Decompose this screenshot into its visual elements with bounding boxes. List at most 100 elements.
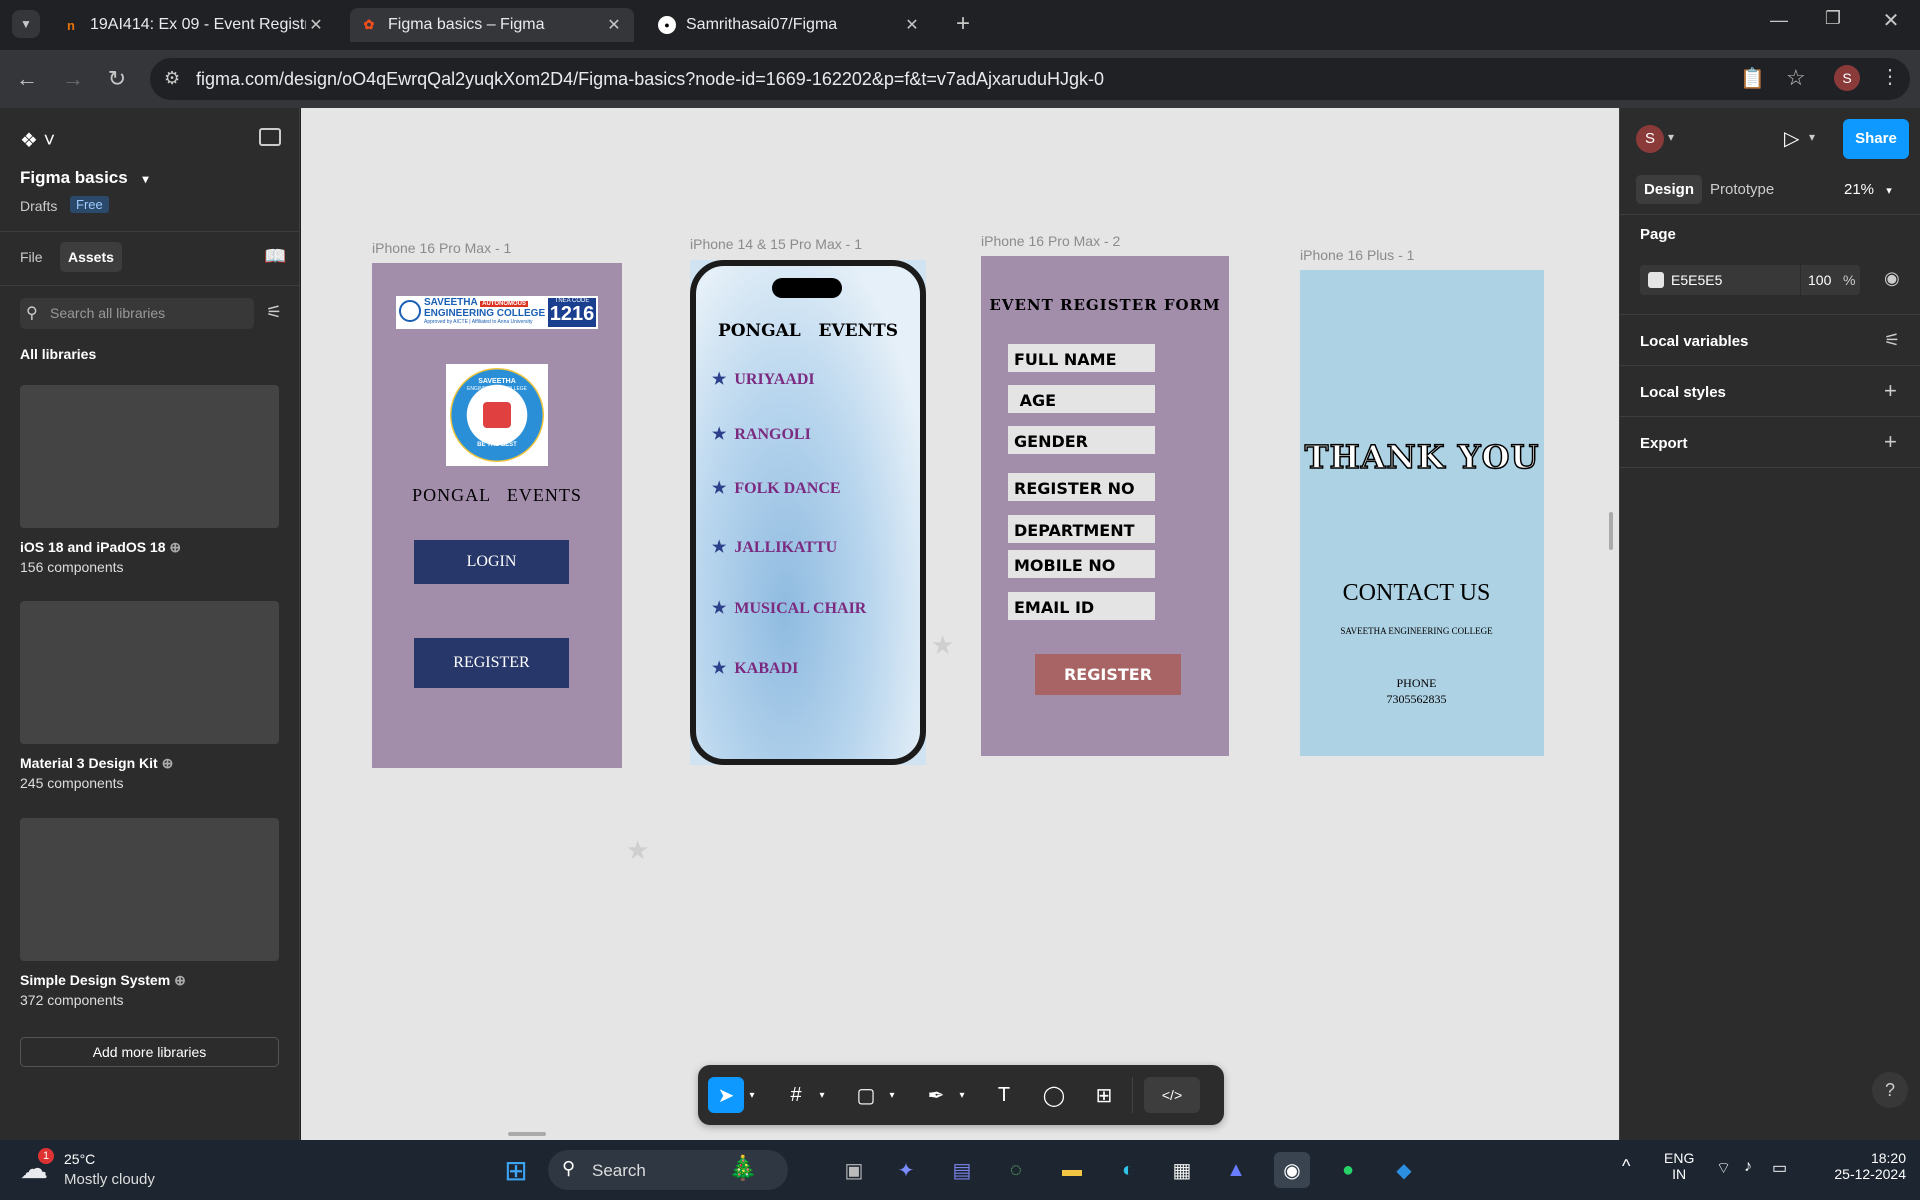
share-button[interactable]: Share [1843, 119, 1909, 159]
horizontal-scrollbar[interactable] [508, 1132, 546, 1136]
chevron-down-icon[interactable]: ▾ [956, 1077, 968, 1113]
battery-icon[interactable]: ▭ [1772, 1158, 1787, 1178]
form-field-gender[interactable]: GENDER [1008, 426, 1155, 454]
tab-prototype[interactable]: Prototype [1710, 181, 1774, 198]
toggle-sidebar-icon[interactable] [259, 128, 281, 146]
text-tool-icon[interactable]: T [986, 1077, 1022, 1113]
login-button[interactable]: LOGIN [414, 540, 569, 584]
clipboard-icon[interactable]: 📋 [1740, 66, 1765, 91]
browser-menu-icon[interactable]: ⋮ [1880, 64, 1900, 89]
move-tool-icon[interactable]: ➤ [708, 1077, 744, 1113]
frame-label[interactable]: iPhone 16 Plus - 1 [1300, 247, 1414, 263]
library-name[interactable]: iOS 18 and iPadOS 18 ⊕ [20, 539, 181, 556]
weather-desc[interactable]: Mostly cloudy [64, 1171, 155, 1188]
circle-app-icon[interactable]: ◌ [998, 1152, 1034, 1188]
taskbar-search[interactable]: ⚲ Search 🎄 [548, 1150, 788, 1190]
frame-tool-icon[interactable]: # [778, 1077, 814, 1113]
tab-figma-basics[interactable]: ✿ Figma basics – Figma ✕ [350, 8, 634, 42]
rectangle-tool-icon[interactable]: ▢ [848, 1077, 884, 1113]
tab-design[interactable]: Design [1636, 175, 1703, 204]
chevron-down-icon[interactable]: ▾ [746, 1077, 758, 1113]
reload-icon[interactable]: ↻ [102, 64, 132, 94]
page-color-input[interactable]: E5E5E5 100 % [1640, 265, 1860, 295]
figma-canvas[interactable]: iPhone 16 Pro Max - 1 SAVEETHA AUTONOMOU… [301, 108, 1619, 1140]
color-swatch[interactable] [1648, 272, 1664, 288]
windows-start-icon[interactable]: ⊞ [498, 1152, 534, 1188]
add-export-icon[interactable]: + [1884, 429, 1897, 455]
frame-register-form[interactable]: EVENT REGISTER FORM FULL NAME AGE GENDER… [981, 256, 1229, 756]
visibility-eye-icon[interactable]: ◉ [1884, 268, 1900, 289]
local-variables-section[interactable]: Local variables [1640, 333, 1748, 350]
pen-tool-icon[interactable]: ✒ [918, 1077, 954, 1113]
tab-file[interactable]: File [20, 249, 43, 265]
bookmark-star-icon[interactable]: ☆ [1786, 65, 1806, 91]
wifi-icon[interactable]: ⌔ [1716, 1158, 1731, 1178]
teams-icon[interactable]: ▤ [944, 1152, 980, 1188]
chevron-down-icon[interactable]: ▾ [1809, 130, 1815, 144]
frame-label[interactable]: iPhone 16 Pro Max - 2 [981, 233, 1120, 249]
profile-avatar[interactable]: S [1834, 65, 1860, 91]
minimize-icon[interactable]: — [1764, 10, 1794, 31]
file-name[interactable]: Figma basics ▾ [20, 168, 148, 188]
library-thumbnail[interactable] [20, 601, 279, 744]
close-tab-icon[interactable]: ✕ [902, 15, 922, 35]
search-input[interactable]: ⚲ Search all libraries [20, 298, 254, 329]
form-field-age[interactable]: AGE [1008, 385, 1155, 413]
help-button[interactable]: ? [1872, 1072, 1908, 1108]
clock[interactable]: 18:20 25-12-2024 [1830, 1150, 1906, 1182]
library-name[interactable]: Simple Design System ⊕ [20, 972, 186, 989]
add-style-icon[interactable]: + [1884, 378, 1897, 404]
restore-icon[interactable]: ❐ [1818, 8, 1848, 29]
variables-settings-icon[interactable]: ⚟ [1884, 330, 1900, 351]
library-thumbnail[interactable] [20, 385, 279, 528]
app-icon[interactable]: ▲ [1218, 1152, 1254, 1188]
frame-login[interactable]: SAVEETHA AUTONOMOUS ENGINEERING COLLEGE A… [372, 263, 622, 768]
close-tab-icon[interactable]: ✕ [306, 15, 326, 35]
zoom-level[interactable]: 21% ▾ [1844, 181, 1892, 198]
actions-tool-icon[interactable]: ⊞ [1086, 1077, 1122, 1113]
library-name[interactable]: Material 3 Design Kit ⊕ [20, 755, 173, 772]
chrome-icon[interactable]: ◉ [1274, 1152, 1310, 1188]
form-field-full-name[interactable]: FULL NAME [1008, 344, 1155, 372]
figma-main-menu-icon[interactable]: ❖ ˅ [20, 128, 55, 153]
library-book-icon[interactable]: 📖 [264, 246, 286, 267]
store-icon[interactable]: ▦ [1164, 1152, 1200, 1188]
form-field-mobile-no[interactable]: MOBILE NO [1008, 550, 1155, 578]
export-section[interactable]: Export [1640, 435, 1688, 452]
form-field-register-no[interactable]: REGISTER NO [1008, 473, 1155, 501]
frame-thank-you[interactable]: THANK YOU CONTACT US SAVEETHA ENGINEERIN… [1300, 270, 1544, 756]
page-opacity-value[interactable]: 100 [1808, 272, 1831, 288]
url-field[interactable]: ⚙ figma.com/design/oO4qEwrqQal2yuqkXom2D… [150, 58, 1910, 100]
new-tab-icon[interactable]: + [950, 10, 976, 38]
form-field-department[interactable]: DEPARTMENT [1008, 515, 1155, 543]
chevron-down-icon[interactable]: ▾ [886, 1077, 898, 1113]
tab-search-chevron-icon[interactable]: ▼ [12, 10, 40, 38]
local-styles-section[interactable]: Local styles [1640, 384, 1726, 401]
tab-assets[interactable]: Assets [60, 242, 122, 272]
tray-chevron-icon[interactable]: ^ [1622, 1156, 1630, 1177]
language-indicator[interactable]: ENG IN [1664, 1150, 1694, 1182]
filter-icon[interactable]: ⚟ [266, 302, 282, 323]
chevron-down-icon[interactable]: ▾ [816, 1077, 828, 1113]
frame-label[interactable]: iPhone 14 & 15 Pro Max - 1 [690, 236, 862, 252]
frame-label[interactable]: iPhone 16 Pro Max - 1 [372, 240, 511, 256]
drafts-label[interactable]: Drafts [20, 198, 57, 214]
whatsapp-icon[interactable]: ● [1330, 1152, 1366, 1188]
file-explorer-icon[interactable]: ▬ [1054, 1152, 1090, 1188]
vertical-scrollbar[interactable] [1609, 512, 1613, 550]
task-view-icon[interactable]: ▣ [836, 1152, 872, 1188]
tab-event-registration[interactable]: n 19AI414: Ex 09 - Event Registrat ✕ [52, 8, 336, 42]
user-avatar[interactable]: S [1636, 125, 1664, 153]
site-settings-icon[interactable]: ⚙ [164, 68, 180, 89]
library-thumbnail[interactable] [20, 818, 279, 961]
close-window-icon[interactable]: ✕ [1876, 8, 1906, 33]
add-libraries-button[interactable]: Add more libraries [20, 1037, 279, 1067]
volume-icon[interactable]: ♪ [1744, 1158, 1752, 1176]
form-field-email-id[interactable]: EMAIL ID [1008, 592, 1155, 620]
back-icon[interactable]: ← [12, 64, 42, 94]
edge-icon[interactable]: ◐ [1110, 1152, 1146, 1188]
form-register-button[interactable]: REGISTER [1035, 654, 1181, 695]
present-play-icon[interactable]: ▷ [1784, 126, 1799, 151]
frame-events[interactable]: PONGAL EVENTS ★ URIYAADI ★ RANGOLI ★ FOLK D… [690, 260, 926, 765]
copilot-icon[interactable]: ✦ [888, 1152, 924, 1188]
